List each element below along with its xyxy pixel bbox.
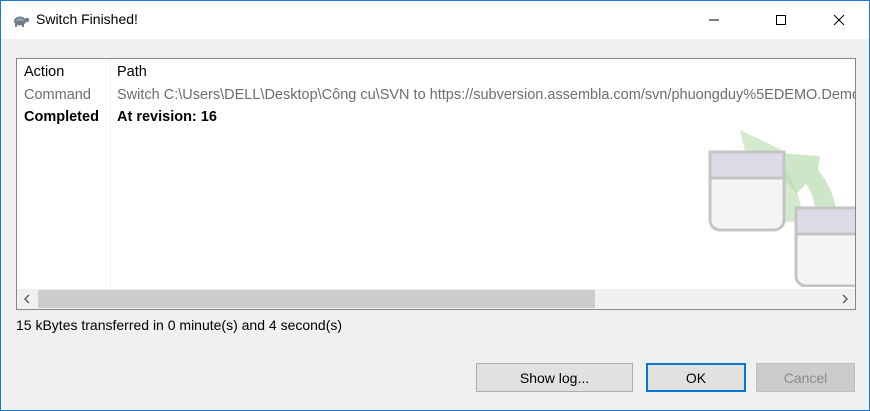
row-action: Command [24, 87, 91, 103]
minimize-button[interactable] [691, 1, 737, 39]
window-title: Switch Finished! [36, 11, 138, 27]
row-path: At revision: 16 [117, 109, 217, 125]
row-action: Completed [24, 109, 99, 125]
scroll-left-button[interactable] [17, 289, 37, 309]
switch-finished-dialog: Switch Finished! Action Path Command Swi… [0, 0, 870, 411]
maximize-button[interactable] [758, 1, 804, 39]
maximize-icon [776, 15, 786, 25]
chevron-right-icon [842, 294, 849, 304]
action-list[interactable]: Action Path Command Switch C:\Users\DELL… [16, 58, 856, 310]
close-button[interactable] [816, 1, 862, 39]
ok-button[interactable]: OK [646, 363, 746, 392]
chevron-left-icon [23, 294, 30, 304]
row-path: Switch C:\Users\DELL\Desktop\Công cu\SVN… [117, 87, 856, 103]
close-icon [833, 14, 845, 26]
horizontal-scrollbar[interactable] [17, 289, 855, 309]
list-header: Action Path [17, 61, 855, 83]
transfer-status: 15 kBytes transferred in 0 minute(s) and… [16, 317, 343, 333]
list-row-completed[interactable]: Completed At revision: 16 [17, 106, 855, 128]
cancel-button[interactable]: Cancel [756, 363, 855, 392]
tortoise-icon [12, 12, 30, 28]
scroll-right-button[interactable] [835, 289, 855, 309]
column-header-path[interactable]: Path [117, 64, 147, 80]
column-header-action[interactable]: Action [24, 64, 64, 80]
list-row-command[interactable]: Command Switch C:\Users\DELL\Desktop\Côn… [17, 84, 855, 106]
title-bar[interactable]: Switch Finished! [1, 1, 869, 39]
scroll-thumb[interactable] [38, 290, 595, 308]
switch-watermark-icon [708, 130, 855, 287]
show-log-button[interactable]: Show log... [476, 363, 633, 392]
minimize-icon [709, 19, 719, 21]
